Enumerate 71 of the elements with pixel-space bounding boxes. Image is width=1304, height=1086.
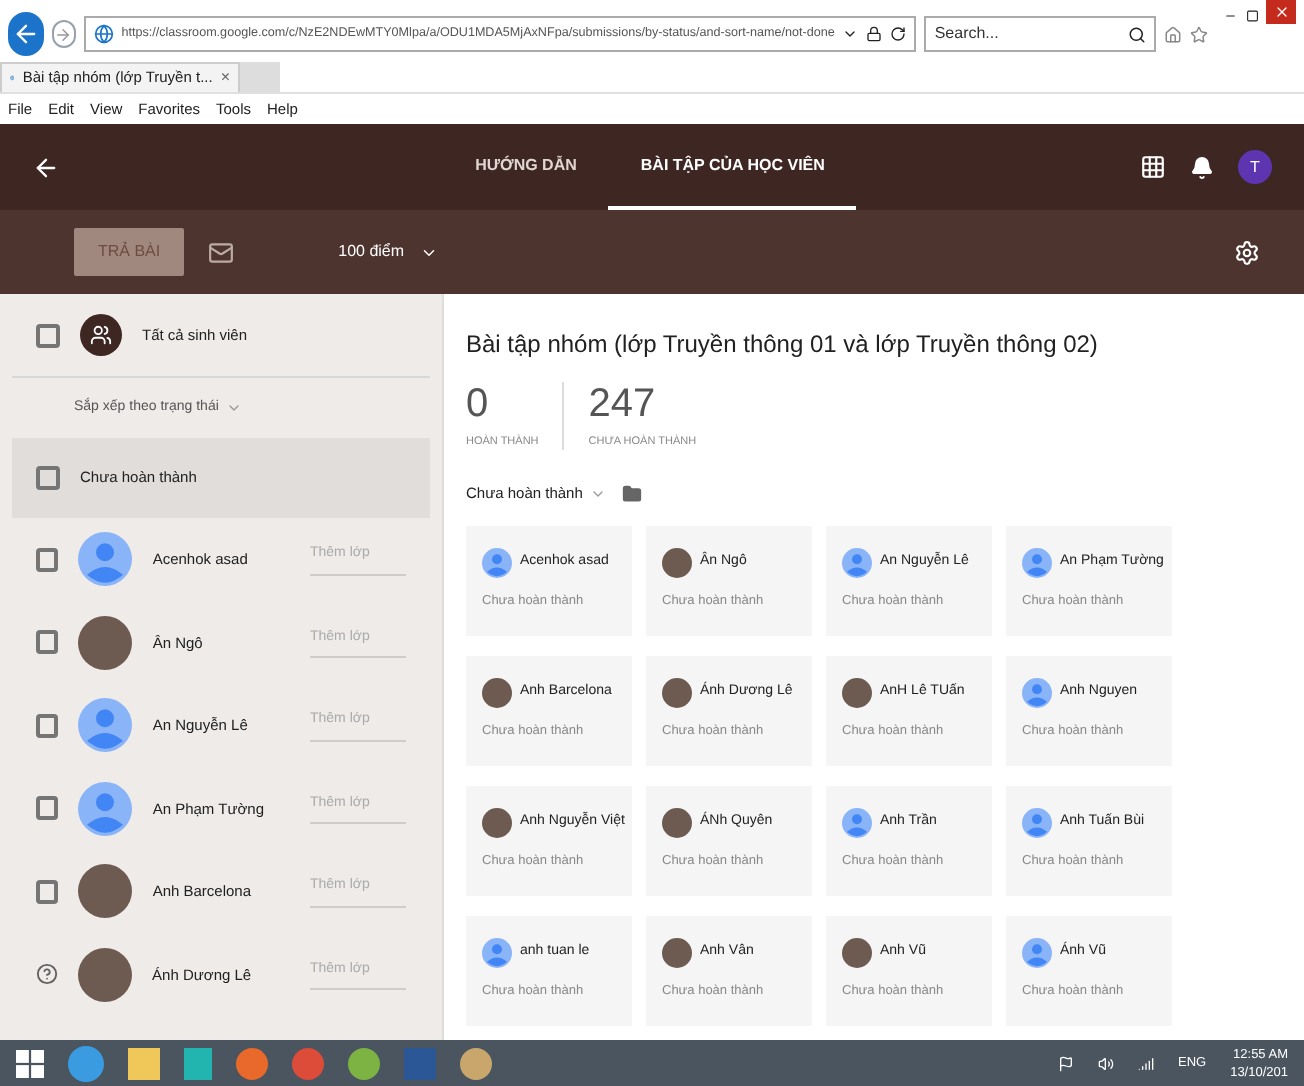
points-dropdown[interactable]: 100 điểm xyxy=(338,240,439,264)
photo-placeholder xyxy=(662,548,692,578)
close-window-button[interactable] xyxy=(1266,0,1296,24)
star-icon[interactable] xyxy=(1190,23,1209,45)
search-field[interactable]: Search... xyxy=(934,22,1129,46)
settings-icon[interactable] xyxy=(1234,239,1260,265)
person-avatar-icon xyxy=(1022,808,1052,838)
checkbox[interactable] xyxy=(36,466,60,490)
forward-arrow-icon xyxy=(54,25,73,43)
home-icon[interactable] xyxy=(1164,23,1183,45)
tab-close-button[interactable]: × xyxy=(220,66,230,90)
search-box[interactable]: Search... xyxy=(924,16,1157,52)
lock-icon xyxy=(866,26,883,42)
taskbar-app-icon[interactable] xyxy=(128,1047,160,1079)
dropdown-icon[interactable] xyxy=(842,26,859,42)
checkbox[interactable] xyxy=(36,713,59,738)
person-avatar-icon xyxy=(842,548,872,578)
person-avatar-icon xyxy=(78,781,133,836)
taskbar-app-icon[interactable] xyxy=(236,1047,268,1079)
taskbar-app-icon[interactable] xyxy=(184,1047,212,1079)
photo-placeholder xyxy=(842,938,872,968)
photo-placeholder xyxy=(482,808,512,838)
notifications-icon[interactable] xyxy=(1190,155,1214,179)
photo-placeholder xyxy=(78,864,133,919)
windows-logo-icon[interactable] xyxy=(16,1049,44,1077)
apps-grid-icon[interactable] xyxy=(1140,154,1166,180)
photo-placeholder xyxy=(662,808,692,838)
maximize-icon[interactable] xyxy=(1245,8,1259,24)
photo-placeholder xyxy=(78,947,133,1002)
assignment-title: Bài tập nhóm (lớp Truyền thông 01 và lớp Truyền thông 02) xyxy=(466,328,1100,362)
photo-placeholder xyxy=(842,678,872,708)
person-avatar-icon xyxy=(78,698,133,753)
folder-icon[interactable] xyxy=(622,484,643,504)
back-arrow-icon[interactable] xyxy=(32,153,60,181)
checkbox[interactable] xyxy=(36,547,59,572)
signal-icon[interactable] xyxy=(1137,1055,1154,1071)
taskbar-app-icon[interactable] xyxy=(348,1047,380,1079)
taskbar-app-icon[interactable] xyxy=(68,1045,104,1081)
taskbar-app-icon[interactable] xyxy=(460,1047,492,1079)
person-avatar-icon xyxy=(78,532,133,587)
page-icon xyxy=(10,70,15,86)
person-avatar-icon xyxy=(1022,678,1052,708)
checkbox[interactable] xyxy=(36,630,59,655)
checkbox[interactable] xyxy=(36,323,60,347)
checkbox[interactable] xyxy=(36,796,59,821)
person-avatar-icon xyxy=(482,548,512,578)
person-avatar-icon xyxy=(1022,938,1052,968)
stat-value: 247 xyxy=(588,382,658,426)
person-avatar-icon xyxy=(482,938,512,968)
volume-icon[interactable] xyxy=(1097,1055,1114,1071)
search-icon[interactable] xyxy=(1128,25,1147,43)
page-icon xyxy=(93,24,114,44)
caret-icon xyxy=(590,486,607,502)
person-avatar-icon xyxy=(842,808,872,838)
group-avatar xyxy=(80,314,122,356)
photo-placeholder xyxy=(482,678,512,708)
photo-placeholder xyxy=(662,938,692,968)
tab[interactable]: HƯỚNG DẪN xyxy=(443,124,609,210)
flag-icon[interactable] xyxy=(1057,1055,1074,1071)
photo-placeholder xyxy=(78,615,133,670)
person-avatar-icon xyxy=(1022,548,1052,578)
mail-icon[interactable] xyxy=(208,239,235,265)
back-button[interactable] xyxy=(8,12,44,56)
checkbox[interactable] xyxy=(36,879,59,904)
account-avatar[interactable]: T xyxy=(1238,150,1272,184)
refresh-icon[interactable] xyxy=(890,26,907,42)
caret-icon xyxy=(226,400,243,416)
photo-placeholder xyxy=(662,678,692,708)
forward-button[interactable] xyxy=(51,20,76,48)
stat-value: 0 xyxy=(466,382,491,426)
close-icon xyxy=(1273,4,1290,20)
